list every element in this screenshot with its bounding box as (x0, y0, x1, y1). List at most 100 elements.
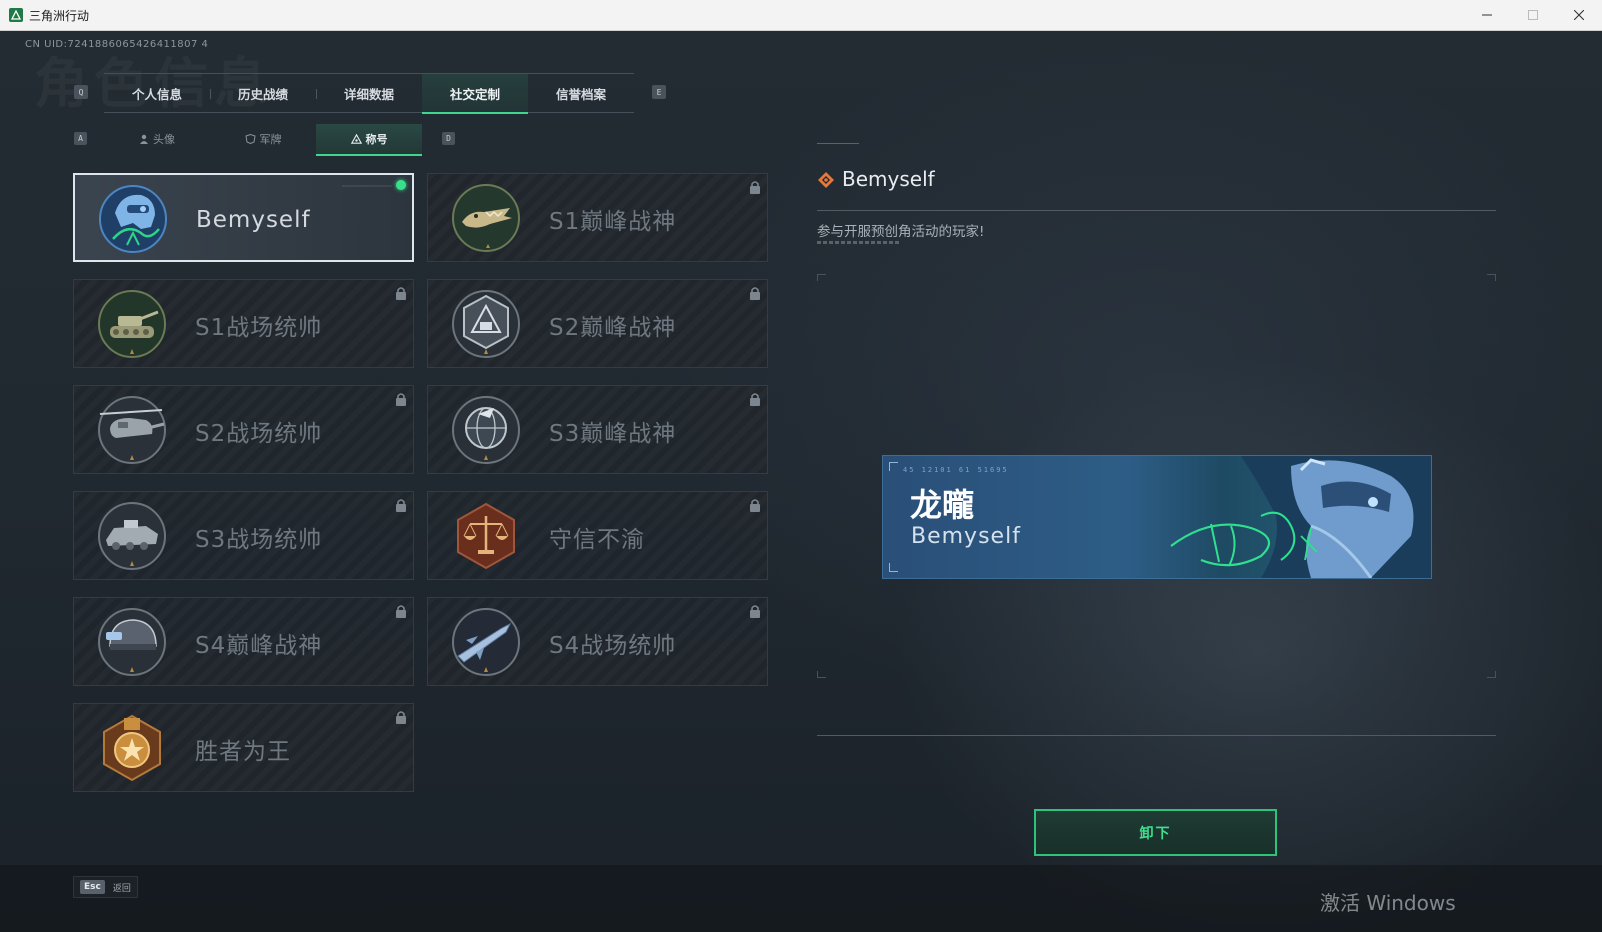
key-hint-a: A (74, 132, 87, 145)
banner-code: 45 12101 61 51695 (903, 466, 1009, 474)
title-card-winner[interactable]: 胜者为王 (73, 703, 414, 792)
title-card-s2-commander[interactable]: S2战场统帅 (73, 385, 414, 474)
window-titlebar: 三角洲行动 (0, 0, 1602, 31)
subtab-label: 称号 (365, 133, 388, 146)
tab-label: 个人信息 (131, 86, 182, 102)
title-label: S3战场统帅 (195, 526, 323, 553)
maximize-icon (1528, 10, 1538, 20)
back-label: 返回 (112, 883, 131, 894)
frame-corner (1487, 274, 1496, 281)
missile-emblem-icon (452, 608, 520, 676)
description-decoration (817, 241, 899, 244)
os-activation-watermark: 激活 Windows (1320, 891, 1456, 915)
maximize-button[interactable] (1510, 0, 1556, 30)
medal-emblem-icon (103, 714, 161, 782)
frame-corner (817, 671, 826, 678)
bottom-bar: Esc 返回 激活 Windows (0, 865, 1602, 932)
banner-corner (889, 462, 898, 471)
title-label: S4战场统帅 (549, 632, 677, 659)
soldier-banner-art (1170, 456, 1431, 578)
esc-key-hint: Esc (80, 880, 105, 894)
close-button[interactable] (1556, 0, 1602, 30)
scales-emblem-icon (457, 502, 515, 570)
tab-label: 信誉档案 (555, 86, 606, 102)
title-card-s4-commander[interactable]: S4战场统帅 (427, 597, 768, 686)
crocodile-emblem-icon (452, 184, 520, 252)
title-label: 胜者为王 (195, 738, 291, 765)
title-card-s1-commander[interactable]: S1战场统帅 (73, 279, 414, 368)
globe-emblem-icon (452, 396, 520, 464)
person-icon (140, 134, 148, 144)
title-card-integrity[interactable]: 守信不渝 (427, 491, 768, 580)
title-label: S4巅峰战神 (195, 632, 323, 659)
tab-detailed-data[interactable]: 详细数据 (316, 74, 422, 112)
title-card-s3-commander[interactable]: S3战场统帅 (73, 491, 414, 580)
tank-emblem-icon (98, 290, 166, 358)
lock-icon (750, 287, 760, 300)
player-uid: CN UID:7241886065426411807 4 (25, 39, 209, 50)
badge-icon (244, 134, 256, 144)
title-label: S1战场统帅 (195, 314, 323, 341)
bemyself-emblem-icon (99, 185, 167, 253)
subtab-label: 头像 (153, 133, 175, 146)
lock-icon (750, 181, 760, 194)
tab-reputation[interactable]: 信誉档案 (528, 74, 634, 112)
close-icon (1574, 10, 1584, 20)
frame-corner (817, 274, 826, 281)
title-label: Bemyself (196, 206, 311, 233)
minimize-icon (1482, 14, 1492, 16)
detail-description: 参与开服预创角活动的玩家! (817, 224, 985, 240)
title-label: S2战场统帅 (195, 420, 323, 447)
game-viewport: 角色信息 CN UID:7241886065426411807 4 Q 个人信息… (0, 31, 1602, 932)
subtab-dogtag[interactable]: 军牌 (210, 124, 316, 154)
lock-icon (750, 393, 760, 406)
banner-corner (889, 563, 898, 572)
lock-icon (396, 393, 406, 406)
frame-corner (1487, 671, 1496, 678)
title-card-s4-peak[interactable]: S4巅峰战神 (73, 597, 414, 686)
hexagon-emblem-icon (452, 290, 520, 358)
divider (817, 210, 1496, 211)
key-hint-d: D (442, 132, 455, 145)
lock-icon (396, 499, 406, 512)
subtab-avatar[interactable]: 头像 (104, 124, 210, 154)
title-label: 守信不渝 (549, 526, 645, 553)
main-tabs: Q 个人信息 历史战绩 详细数据 社交定制 信誉档案 E (74, 73, 684, 114)
lock-icon (396, 287, 406, 300)
subtab-label: 军牌 (259, 133, 282, 146)
helicopter-emblem-icon (98, 396, 166, 464)
title-detail-panel: Bemyself 参与开服预创角活动的玩家! 45 12101 61 51695… (817, 141, 1497, 856)
unequip-button[interactable]: 卸下 (1034, 809, 1277, 856)
detail-title-name: Bemyself (842, 167, 935, 191)
title-card-s1-peak[interactable]: S1巅峰战神 (427, 173, 768, 262)
minimize-button[interactable] (1464, 0, 1510, 30)
title-label: S3巅峰战神 (549, 420, 677, 447)
title-label: S2巅峰战神 (549, 314, 677, 341)
equipped-indicator (396, 180, 406, 190)
key-hint-e: E (652, 85, 666, 99)
tab-label: 历史战绩 (237, 86, 288, 102)
title-card-s3-peak[interactable]: S3巅峰战神 (427, 385, 768, 474)
app-logo-icon (9, 8, 23, 22)
title-label: S1巅峰战神 (549, 208, 677, 235)
title-card-s2-peak[interactable]: S2巅峰战神 (427, 279, 768, 368)
banner-player-name: 龙曨 (910, 486, 975, 524)
tab-social-custom[interactable]: 社交定制 (422, 74, 528, 114)
tab-personal-info[interactable]: 个人信息 (104, 74, 210, 112)
panel-decoration (817, 143, 859, 144)
lock-icon (396, 605, 406, 618)
window-title: 三角洲行动 (29, 8, 90, 23)
triangle-icon (350, 134, 362, 144)
banner-title-text: Bemyself (911, 524, 1021, 549)
title-card-bemyself[interactable]: Bemyself (73, 173, 414, 262)
back-button[interactable]: Esc 返回 (73, 876, 138, 898)
apc-emblem-icon (98, 502, 166, 570)
card-decoration (342, 185, 392, 187)
divider (817, 735, 1496, 736)
diamond-icon (818, 172, 834, 188)
tab-battle-history[interactable]: 历史战绩 (210, 74, 316, 112)
subtab-title[interactable]: 称号 (316, 124, 422, 156)
tab-label: 社交定制 (449, 86, 500, 102)
tab-label: 详细数据 (343, 86, 394, 102)
lock-icon (750, 605, 760, 618)
